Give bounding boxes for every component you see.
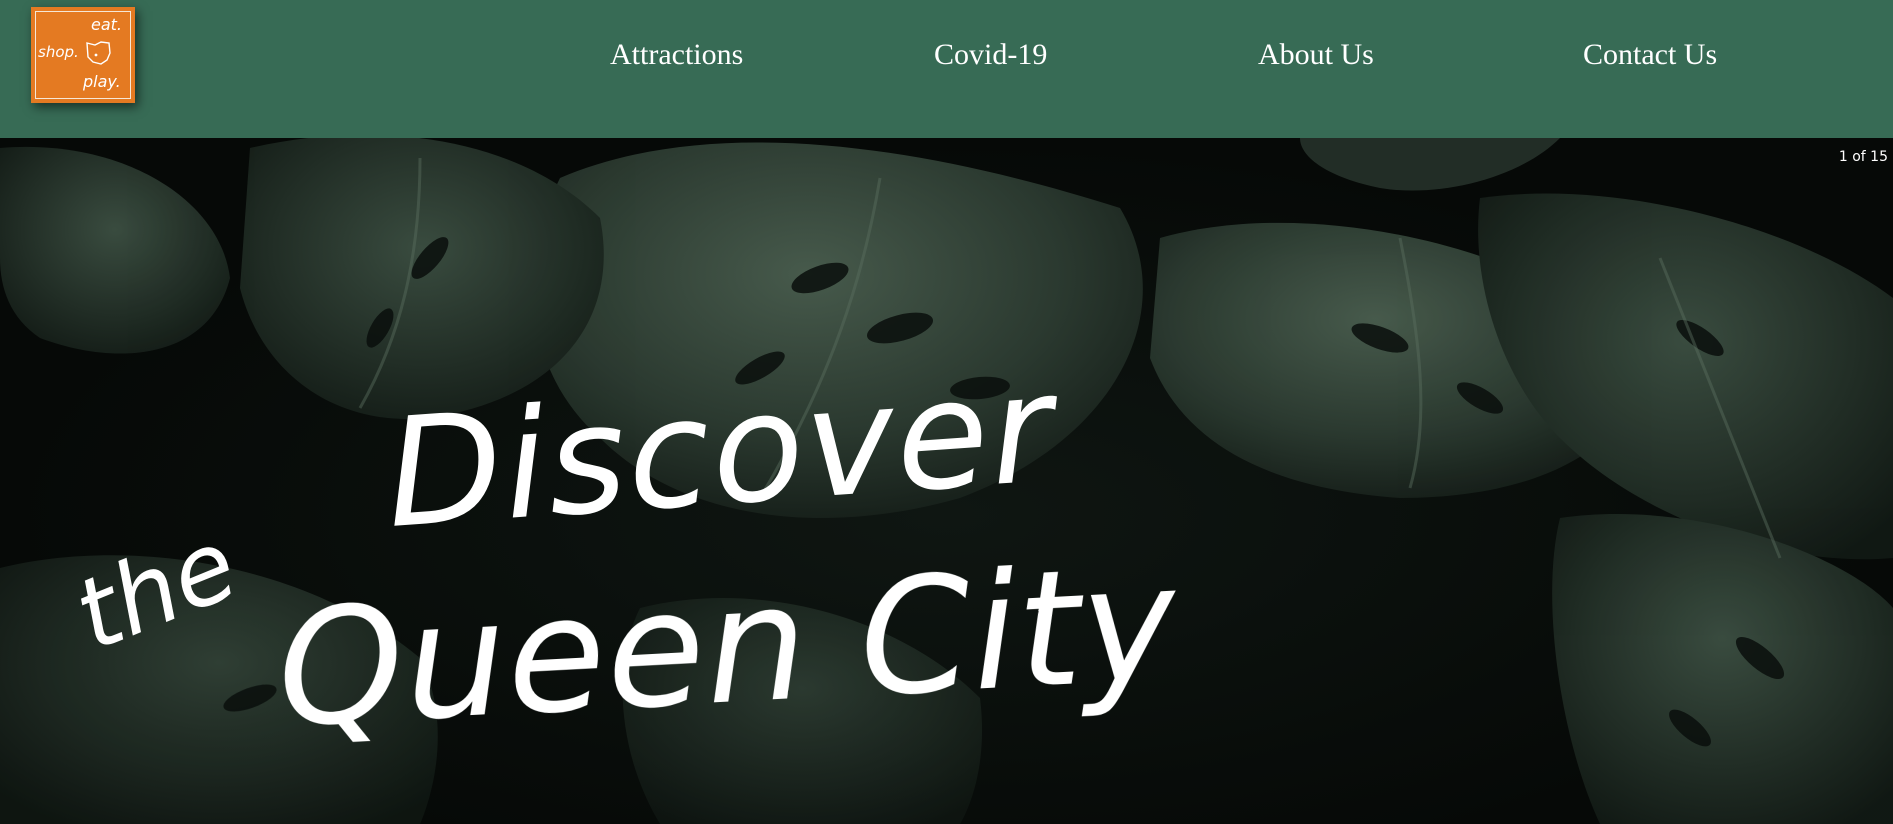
nav-contact-us[interactable]: Contact Us: [1583, 0, 1717, 110]
nav-attractions[interactable]: Attractions: [610, 0, 743, 110]
headline-discover: Discover: [380, 341, 1060, 562]
hero-slideshow[interactable]: 1 of 15 Discover the Queen City: [0, 138, 1893, 824]
logo-text-play: play.: [83, 72, 121, 91]
logo-text-eat: eat.: [91, 15, 123, 34]
nav-about-us[interactable]: About Us: [1258, 0, 1374, 110]
nav-covid-19[interactable]: Covid-19: [934, 0, 1047, 110]
ohio-map-icon: [86, 41, 111, 65]
site-header: eat. shop. play. Attractions Covid-19 Ab…: [0, 0, 1893, 138]
logo-text-shop: shop.: [38, 43, 79, 61]
slide-counter: 1 of 15: [1838, 149, 1888, 165]
headline-queen-city: Queen City: [272, 529, 1182, 763]
logo[interactable]: eat. shop. play.: [31, 7, 135, 103]
